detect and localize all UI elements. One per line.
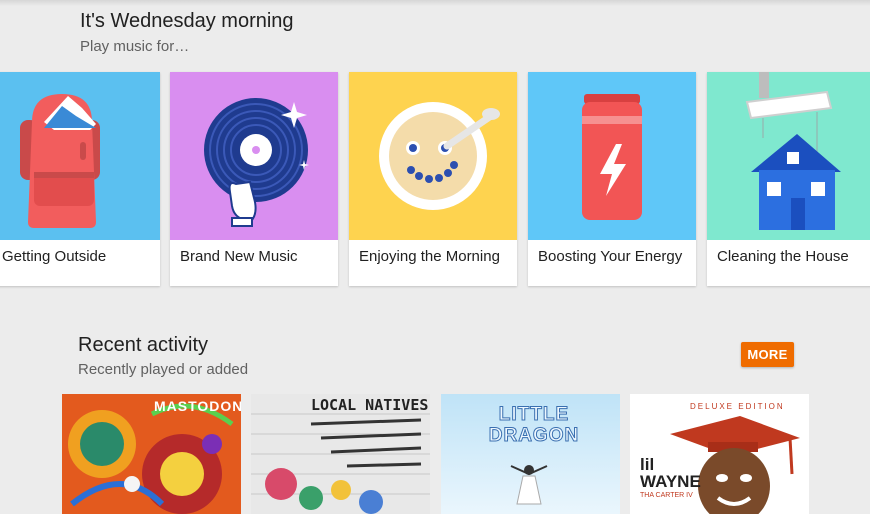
album-artist: LOCAL NATIVES bbox=[311, 396, 429, 414]
album-little-dragon[interactable]: LITTLE DRAGON bbox=[441, 394, 620, 514]
activity-card-cleaning-the-house[interactable]: Cleaning the House bbox=[707, 72, 870, 286]
album-local-natives[interactable]: LOCAL NATIVES bbox=[251, 394, 430, 514]
top-app-bar-shadow bbox=[0, 0, 870, 6]
battery-icon bbox=[528, 72, 696, 240]
album-subtitle: THA CARTER IV bbox=[640, 492, 693, 499]
album-edition: DELUXE EDITION bbox=[690, 402, 785, 411]
activity-card-boosting-your-energy[interactable]: Boosting Your Energy bbox=[528, 72, 696, 286]
greeting-subtitle: Play music for… bbox=[80, 38, 190, 55]
recent-activity-subtitle: Recently played or added bbox=[78, 361, 249, 378]
greeting-title: It's Wednesday morning bbox=[80, 10, 294, 32]
album-artist: MASTODON bbox=[154, 398, 241, 414]
cereal-bowl-icon bbox=[349, 72, 517, 240]
activity-card-enjoying-the-morning[interactable]: Enjoying the Morning bbox=[349, 72, 517, 286]
vinyl-record-icon bbox=[170, 72, 338, 240]
activity-card-getting-outside[interactable]: Getting Outside bbox=[0, 72, 160, 286]
house-vacuum-icon bbox=[707, 72, 870, 240]
activity-card-brand-new-music[interactable]: Brand New Music bbox=[170, 72, 338, 286]
activity-label: Boosting Your Energy bbox=[538, 248, 683, 265]
recent-activity-title: Recent activity bbox=[78, 334, 209, 356]
activity-label: Enjoying the Morning bbox=[359, 248, 500, 265]
backpack-icon bbox=[0, 72, 160, 240]
album-mastodon[interactable]: MASTODON bbox=[62, 394, 241, 514]
album-artist: lil WAYNE bbox=[640, 455, 701, 491]
more-button[interactable]: MORE bbox=[741, 342, 794, 367]
activity-label: Brand New Music bbox=[180, 248, 298, 265]
activity-label: Cleaning the House bbox=[717, 248, 849, 265]
album-lil-wayne[interactable]: DELUXE EDITION lil WAYNE THA CARTER IV bbox=[630, 394, 809, 514]
activity-label: Getting Outside bbox=[2, 248, 107, 265]
album-artist: LITTLE DRAGON bbox=[488, 404, 580, 447]
